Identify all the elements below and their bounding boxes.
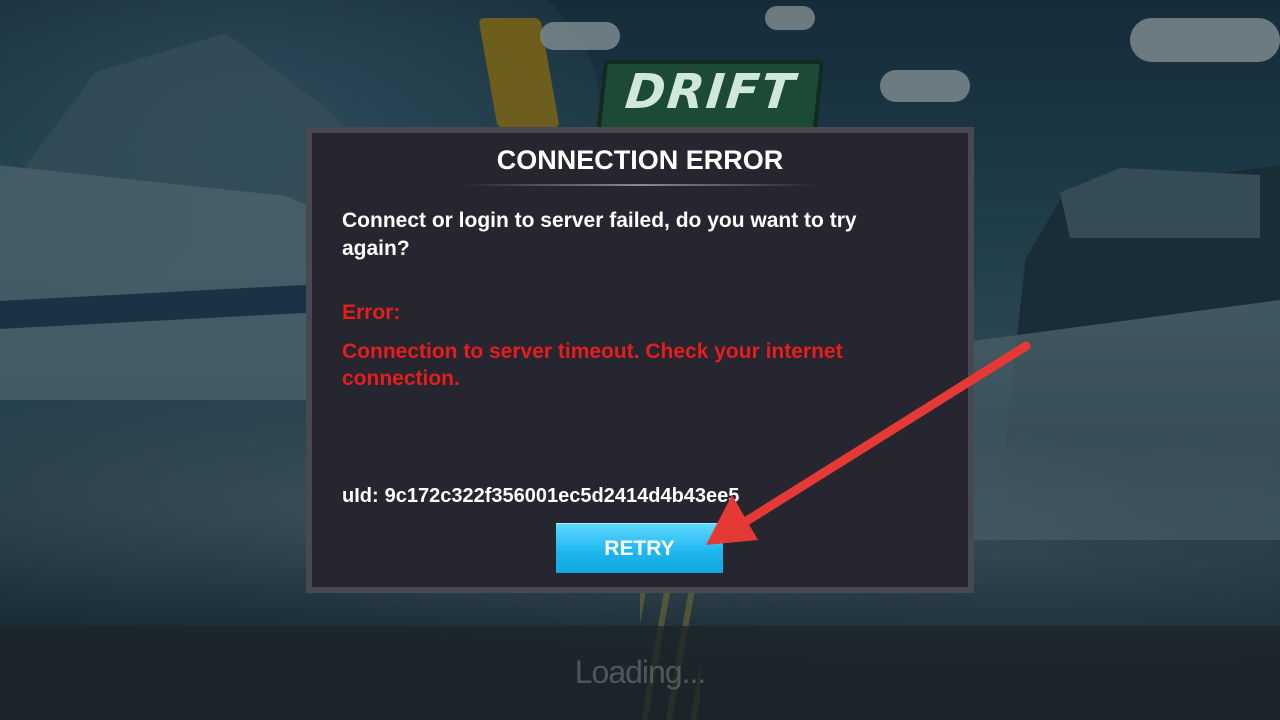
error-label: Error: (342, 301, 401, 324)
dialog-title: CONNECTION ERROR (496, 145, 784, 175)
dialog-message: Connect or login to server failed, do yo… (342, 209, 857, 260)
loading-text: Loading... (574, 654, 707, 690)
error-message: Connection to server timeout. Check your… (342, 340, 843, 390)
title-divider (462, 184, 818, 186)
retry-button[interactable]: RETRY (556, 523, 723, 573)
uid-value: 9c172c322f356001ec5d2414d4b43ee5 (384, 485, 740, 507)
connection-error-dialog: CONNECTION ERROR Connect or login to ser… (306, 127, 974, 593)
uid-label: uId: (342, 485, 379, 507)
user-id: uId: 9c172c322f356001ec5d2414d4b43ee5 (342, 485, 739, 508)
game-logo-text: DRIFT (622, 64, 799, 120)
